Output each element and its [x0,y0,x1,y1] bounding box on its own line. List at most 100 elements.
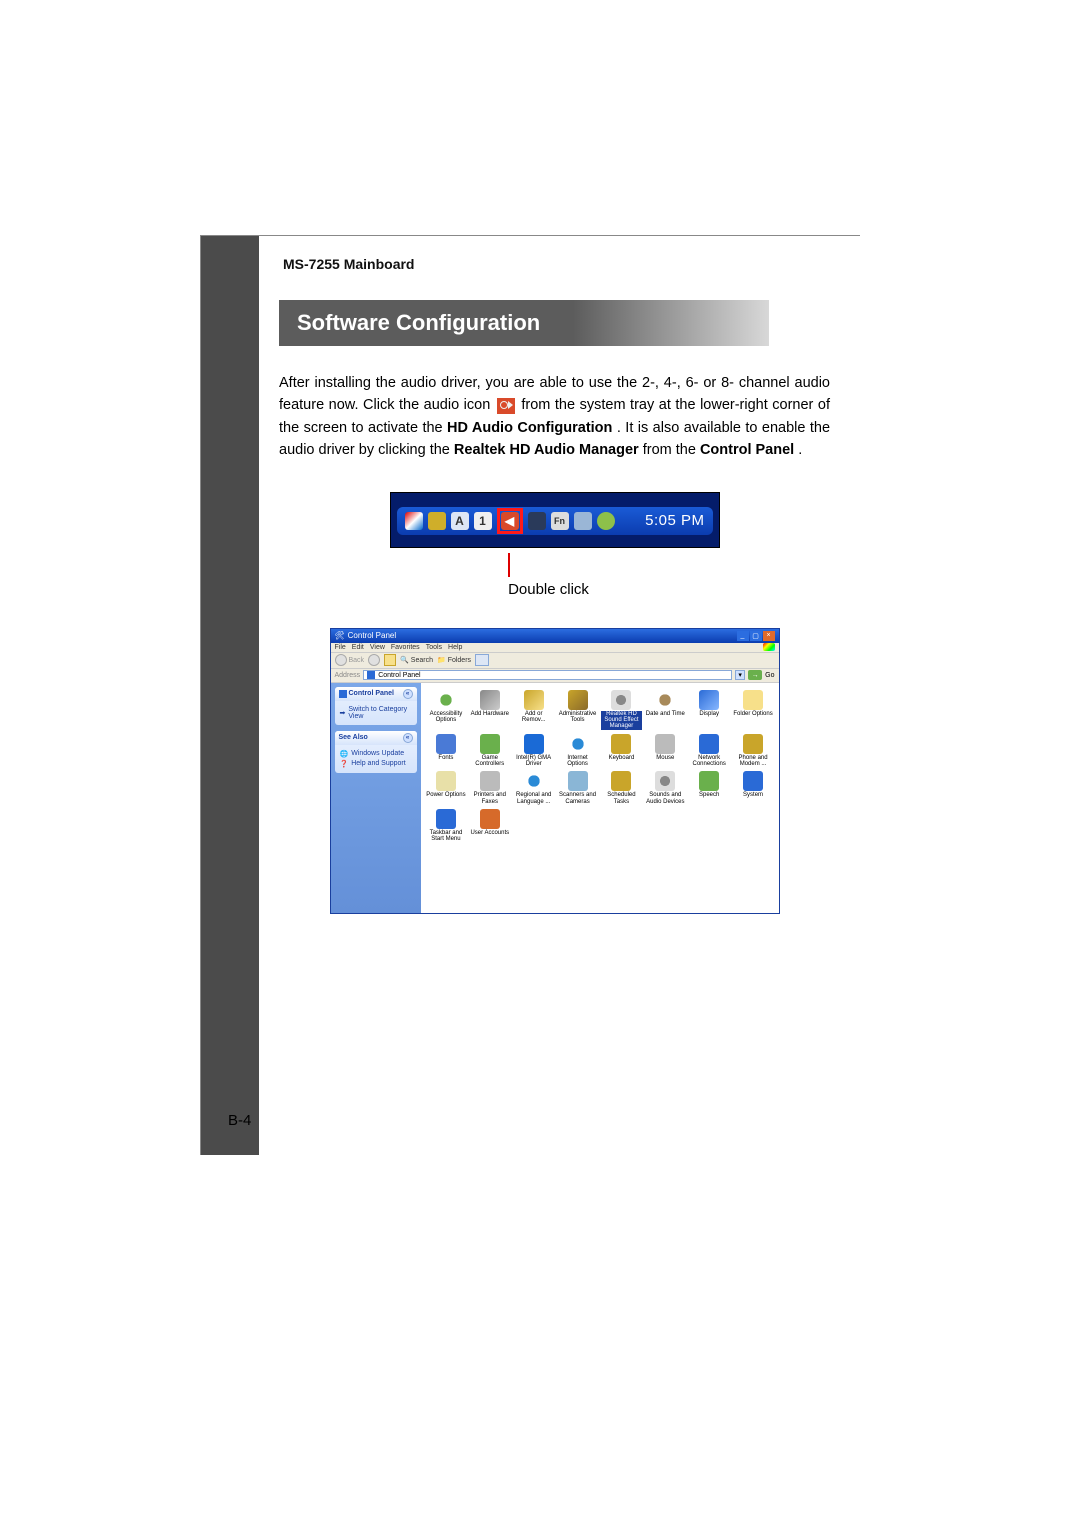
cp-item-icon [611,734,631,754]
cloud-icon [574,512,592,530]
cp-item[interactable]: Display [688,689,731,731]
cp-item-icon [743,690,763,710]
tray-clock: 5:05 PM [645,512,704,529]
audio-speaker-icon[interactable]: ◀ [501,512,519,530]
cp-small-icon [339,690,347,698]
cp-item-label: Taskbar and Start Menu [426,830,467,843]
cp-item[interactable]: Game Controllers [468,733,511,769]
menu-favorites[interactable]: Favorites [391,644,420,651]
cp-item[interactable]: Sounds and Audio Devices [644,770,687,806]
folders-icon: 📁 [437,656,446,664]
cp-item[interactable]: Add or Remov... [512,689,555,731]
switch-label: Switch to Category View [348,706,411,720]
cp-sidebar: Control Panel « ➡ Switch to Category Vie… [331,683,421,913]
maximize-button[interactable]: ▢ [750,631,762,641]
cp-item[interactable]: Phone and Modem ... [732,733,775,769]
cp-item[interactable]: Printers and Faxes [468,770,511,806]
help-icon: ❓ [340,760,349,768]
go-button[interactable]: → [748,670,762,680]
address-dropdown[interactable]: ▾ [735,670,745,680]
para-b2: Realtek HD Audio Manager [454,442,639,458]
forward-button[interactable] [368,654,380,666]
cp-item-label: Fonts [438,755,453,761]
cp-item[interactable]: Administrative Tools [556,689,599,731]
para-b3: Control Panel [700,442,794,458]
systray-inner: A 1 ◀ Fn 5:05 PM [397,507,713,535]
cp-item[interactable]: Realtek HD Sound Effect Manager [600,689,643,731]
cp-icon-area: Accessibility OptionsAdd HardwareAdd or … [421,683,779,913]
help-support-link[interactable]: ❓ Help and Support [340,760,412,768]
cp-item[interactable]: Scheduled Tasks [600,770,643,806]
intro-paragraph: After installing the audio driver, you a… [279,372,830,462]
menu-file[interactable]: File [335,644,346,651]
cp-item[interactable]: Scanners and Cameras [556,770,599,806]
menu-help[interactable]: Help [448,644,462,651]
cp-item-icon [655,690,675,710]
menu-tools[interactable]: Tools [426,644,442,651]
folders-label: Folders [448,657,471,664]
cp-item-label: Realtek HD Sound Effect Manager [601,711,642,730]
side-box1-header[interactable]: Control Panel « [335,687,417,701]
up-button[interactable] [384,654,396,666]
cp-item[interactable]: Mouse [644,733,687,769]
para-t4: from the [643,442,700,458]
green-circle-icon [597,512,615,530]
cp-item-icon [743,771,763,791]
cp-item-label: Sounds and Audio Devices [645,792,686,805]
cp-item[interactable]: System [732,770,775,806]
help-label: Help and Support [351,760,405,767]
folders-button[interactable]: 📁 Folders [437,656,471,664]
cp-item-icon [568,690,588,710]
cp-item[interactable]: Power Options [425,770,468,806]
views-button[interactable] [475,654,489,666]
back-button[interactable]: Back [335,654,365,666]
cp-item-icon [436,809,456,829]
cp-item[interactable]: Intel(R) GMA Driver [512,733,555,769]
cp-item[interactable]: Internet Options [556,733,599,769]
close-button[interactable]: × [763,631,775,641]
cp-item-label: Scheduled Tasks [601,792,642,805]
cp-item-label: Speech [699,792,719,798]
windows-update-link[interactable]: 🌐 Windows Update [340,750,412,758]
cp-item[interactable]: Folder Options [732,689,775,731]
collapse-icon: « [403,689,413,699]
address-field[interactable]: Control Panel [363,670,732,680]
side-box2-body: 🌐 Windows Update ❓ Help and Support [335,745,417,773]
cp-item[interactable]: Regional and Language ... [512,770,555,806]
cp-item-icon [524,690,544,710]
cp-item-label: Regional and Language ... [513,792,554,805]
cp-item[interactable]: Add Hardware [468,689,511,731]
side-box2-header[interactable]: See Also « [335,731,417,745]
doc-header: MS-7255 Mainboard [283,256,830,272]
cp-item[interactable]: Speech [688,770,731,806]
cp-item-label: Scanners and Cameras [557,792,598,805]
cp-item[interactable]: Fonts [425,733,468,769]
cp-item-icon [655,771,675,791]
search-button[interactable]: 🔍 Search [400,656,433,664]
menu-view[interactable]: View [370,644,385,651]
cp-item-label: Power Options [426,792,465,798]
monitor-icon [528,512,546,530]
cp-item[interactable]: Taskbar and Start Menu [425,808,468,844]
cp-item[interactable]: Network Connections [688,733,731,769]
cp-item-icon [524,771,544,791]
cp-item-icon [611,690,631,710]
globe-icon: 🌐 [340,750,349,758]
control-panel-window: 🛠 Control Panel _ ▢ × File Edit View Fav… [330,628,780,914]
switch-category-link[interactable]: ➡ Switch to Category View [340,706,412,720]
cp-item-icon [699,690,719,710]
cp-item-icon [480,690,500,710]
cp-item[interactable]: Date and Time [644,689,687,731]
section-title: Software Configuration [279,300,769,346]
cp-item[interactable]: Keyboard [600,733,643,769]
back-label: Back [349,657,365,664]
menu-edit[interactable]: Edit [352,644,364,651]
cp-item-label: Internet Options [557,755,598,768]
cp-item[interactable]: Accessibility Options [425,689,468,731]
cp-item[interactable]: User Accounts [468,808,511,844]
minimize-button[interactable]: _ [737,631,749,641]
back-arrow-icon [335,654,347,666]
search-label: Search [411,657,433,664]
side-box1-body: ➡ Switch to Category View [335,701,417,725]
fn-icon: Fn [551,512,569,530]
